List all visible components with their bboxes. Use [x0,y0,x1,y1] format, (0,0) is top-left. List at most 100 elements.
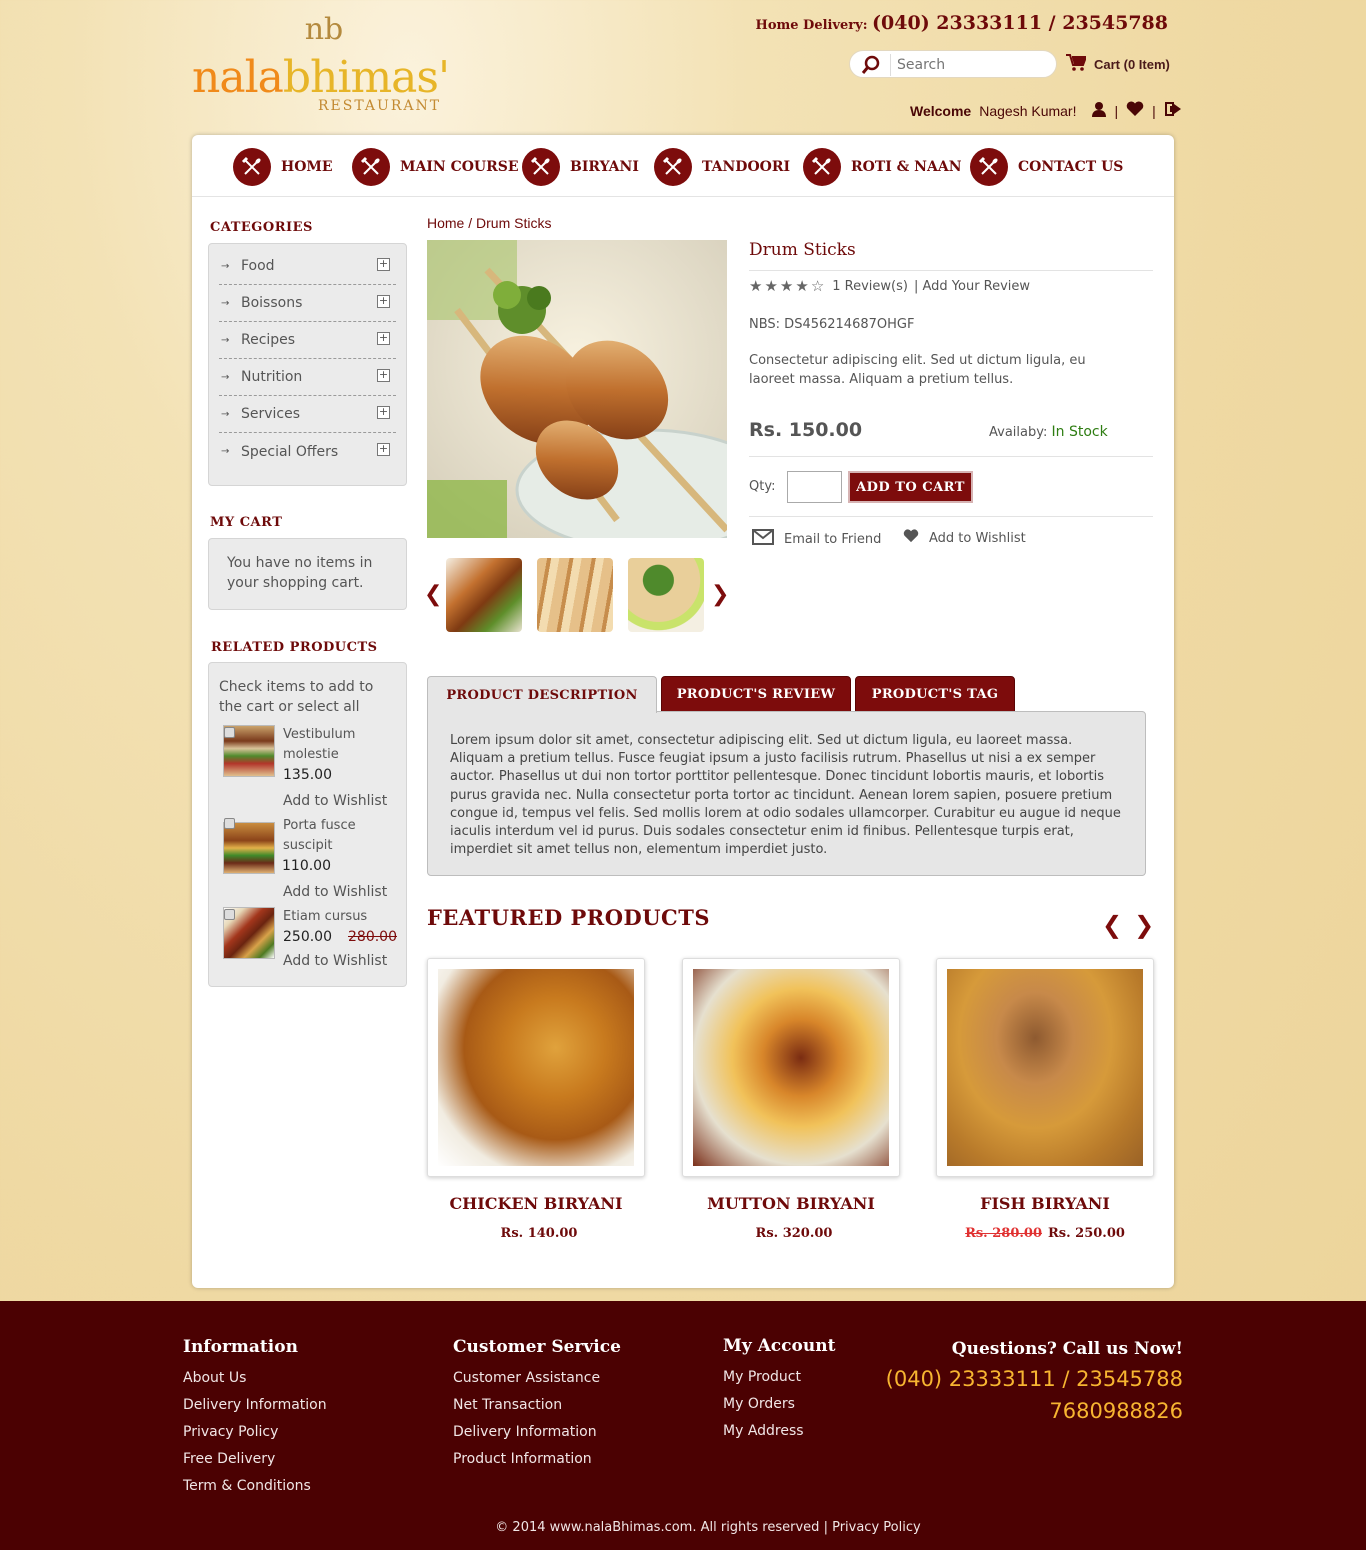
footer-link[interactable]: Delivery Information [453,1419,621,1446]
featured-card[interactable] [682,958,900,1177]
nav-tandoori[interactable]: TANDOORI [654,148,790,186]
expand-plus-icon[interactable]: + [377,332,390,345]
featured-card[interactable] [936,958,1154,1177]
category-item[interactable]: → Boissons + [219,285,396,322]
logout-icon[interactable] [1164,101,1182,120]
category-item[interactable]: → Services + [219,396,396,433]
qty-input[interactable] [787,471,842,503]
footer-heading: Information [183,1337,298,1357]
nav-roti-naan[interactable]: ROTI & NAAN [803,148,962,186]
product-main-image[interactable] [427,240,727,538]
footer-link[interactable]: Privacy Policy [183,1419,327,1446]
featured-name[interactable]: FISH BIRYANI [936,1194,1154,1213]
featured-price-value: Rs. 140.00 [500,1226,578,1241]
product-thumb[interactable] [446,558,522,632]
related-wishlist[interactable]: Add to Wishlist [283,884,387,900]
logo-mark[interactable]: nb [300,12,348,48]
footer-my-account: My Account My Product My Orders My Addre… [723,1336,835,1445]
rating: ★ ★ ★ ★ ☆ 1 Review(s) | Add Your Review [749,277,1030,295]
footer-link[interactable]: Delivery Information [183,1392,327,1419]
heart-icon[interactable] [1126,101,1144,120]
call-title: Questions? Call us Now! [951,1339,1183,1359]
related-checkbox[interactable] [224,818,235,829]
footer-link[interactable]: Product Information [453,1446,621,1473]
product-short-description: Consectetur adipiscing elit. Sed ut dict… [749,353,1086,387]
product-thumb[interactable] [537,558,613,632]
footer-link[interactable]: My Orders [723,1391,835,1418]
nav-contact[interactable]: CONTACT US [970,148,1123,186]
related-wishlist[interactable]: Add to Wishlist [283,953,387,969]
related-checkbox[interactable] [224,909,235,920]
chevron-left-icon[interactable]: ❮ [424,582,442,607]
nav-label: CONTACT US [1018,159,1124,175]
chevron-right-icon[interactable]: ❯ [711,582,729,607]
expand-plus-icon[interactable]: + [377,258,390,271]
related-checkbox[interactable] [224,727,235,738]
nav-main-course[interactable]: MAIN COURSE [352,148,519,186]
featured-old-price: Rs. 280.00 [965,1226,1042,1241]
footer-link[interactable]: My Address [723,1418,835,1445]
tab-product-description[interactable]: PRODUCT DESCRIPTION [427,676,657,713]
copyright: © 2014 www.nalaBhimas.com. All rights re… [0,1520,1366,1535]
email-friend-label: Email to Friend [784,531,882,547]
arrow-right-icon: → [221,371,230,383]
product-thumb[interactable] [628,558,704,632]
nav-label: MAIN COURSE [400,159,519,175]
envelope-icon [752,529,774,549]
call-mobile: 7680988826 [1049,1399,1183,1423]
privacy-policy-link[interactable]: Privacy Policy [832,1520,921,1535]
footer-heading: Customer Service [453,1337,621,1357]
category-item[interactable]: → Food + [219,248,396,285]
featured-card[interactable] [427,958,645,1177]
footer-link[interactable]: About Us [183,1365,327,1392]
breadcrumb[interactable]: Home / Drum Sticks [427,215,551,231]
nav-home[interactable]: HOME [233,148,333,186]
logo-wordmark[interactable]: nalabhimas' [192,52,450,103]
expand-plus-icon[interactable]: + [377,369,390,382]
related-wishlist[interactable]: Add to Wishlist [283,793,387,809]
footer-link[interactable]: Customer Assistance [453,1365,621,1392]
chevron-left-icon[interactable]: ❮ [1102,911,1122,939]
cart-icon [1066,54,1088,74]
footer-link[interactable]: Term & Conditions [183,1473,327,1500]
separator: | [1152,102,1156,119]
chevron-right-icon[interactable]: ❯ [1134,911,1154,939]
related-thumb[interactable] [223,822,275,874]
footer-link[interactable]: My Product [723,1364,835,1391]
featured-price-value: Rs. 250.00 [1048,1226,1125,1241]
cutlery-icon [233,148,271,186]
category-label: Nutrition [241,369,303,385]
expand-plus-icon[interactable]: + [377,295,390,308]
search-input[interactable] [890,54,1050,76]
expand-plus-icon[interactable]: + [377,406,390,419]
add-review-link[interactable]: | Add Your Review [914,279,1030,294]
star-filled-icon: ★ [795,277,809,295]
add-to-cart-button[interactable]: ADD TO CART [848,471,973,503]
category-label: Recipes [241,332,296,348]
email-friend-link[interactable]: Email to Friend [752,529,881,549]
category-item[interactable]: → Recipes + [219,322,396,359]
user-icon[interactable] [1091,101,1107,120]
footer-link[interactable]: Free Delivery [183,1446,327,1473]
category-item[interactable]: → Special Offers + [219,433,396,470]
related-name[interactable]: Etiam cursus [283,907,393,927]
star-filled-icon: ★ [749,277,763,295]
wishlist-link[interactable]: Add to Wishlist [903,529,1026,547]
expand-plus-icon[interactable]: + [377,443,390,456]
logo-subtitle: RESTAURANT [318,98,442,114]
footer-link[interactable]: Net Transaction [453,1392,621,1419]
category-item[interactable]: → Nutrition + [219,359,396,396]
home-delivery: Home Delivery: (040) 23333111 / 23545788 [756,12,1168,34]
related-old-price: 280.00 [348,929,397,945]
review-count[interactable]: 1 Review(s) [832,279,908,294]
cart-link[interactable]: Cart (0 Item) [1066,54,1170,74]
tab-product-review[interactable]: PRODUCT'S REVIEW [661,676,851,713]
featured-name[interactable]: CHICKEN BIRYANI [427,1194,645,1213]
featured-name[interactable]: MUTTON BIRYANI [682,1194,900,1213]
tab-product-tag[interactable]: PRODUCT'S TAG [855,676,1015,713]
related-name[interactable]: Vestibulum molestie [283,725,393,765]
nav-biryani[interactable]: BIRYANI [522,148,639,186]
category-label: Special Offers [241,443,339,460]
search-icon[interactable] [860,55,882,75]
related-name[interactable]: Porta fusce suscipit [283,816,393,856]
